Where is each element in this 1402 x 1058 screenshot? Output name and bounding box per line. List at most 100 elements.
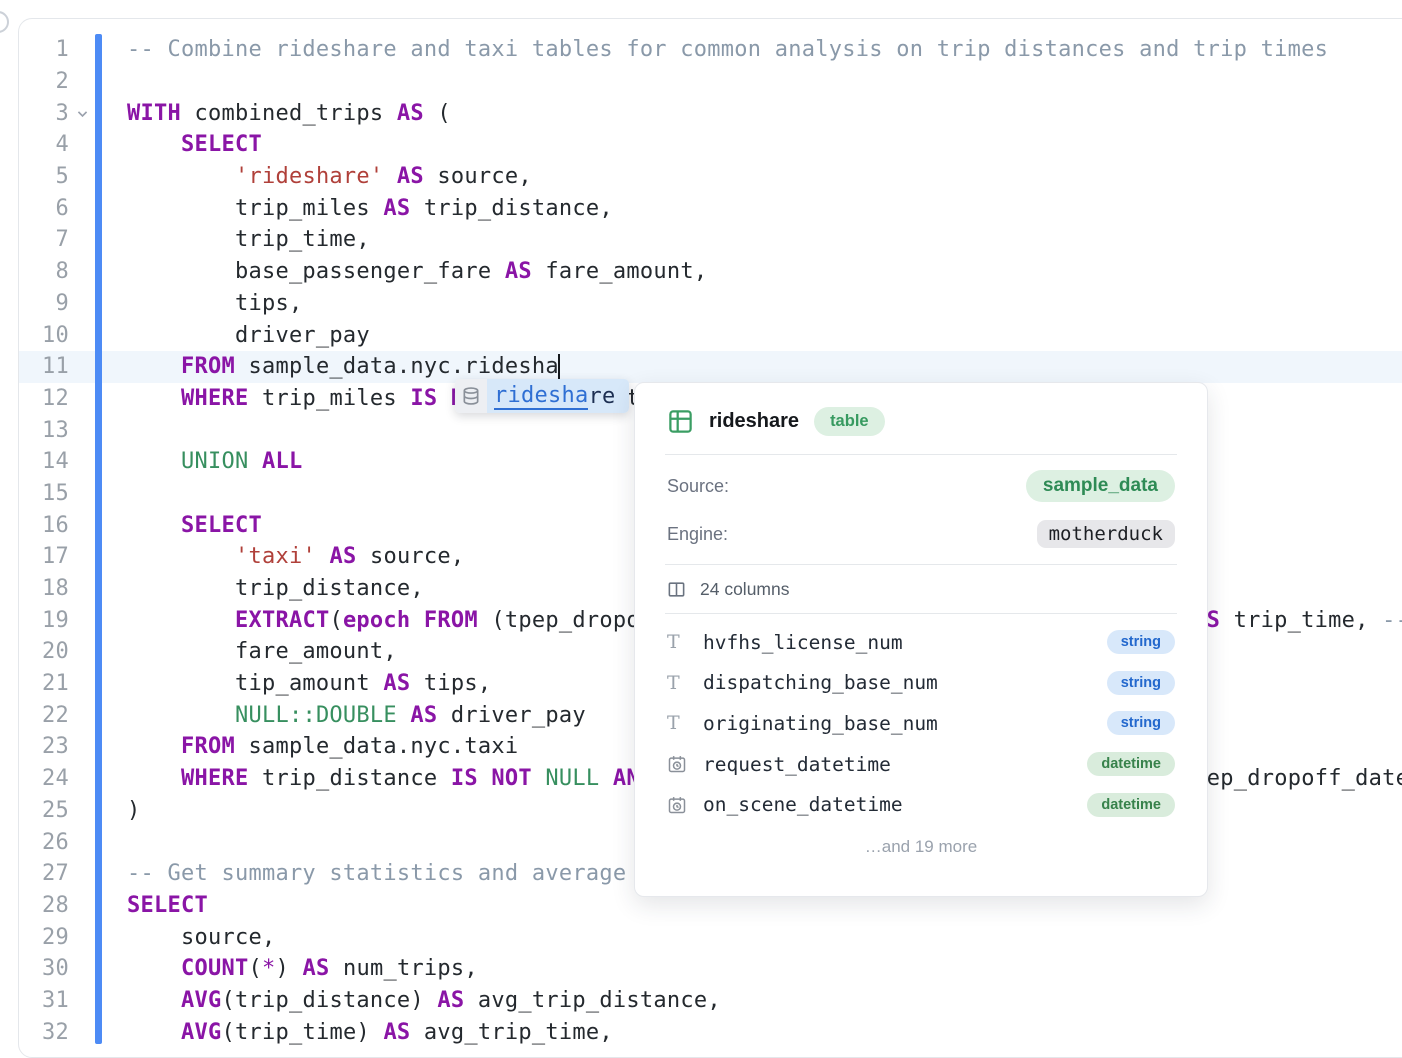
autocomplete-rest-text: re — [588, 384, 615, 409]
line-number: 21 — [19, 671, 69, 696]
code-text: FROM sample_data.nyc.taxi — [95, 734, 518, 759]
column-name: request_datetime — [703, 753, 1087, 776]
line-number: 32 — [19, 1020, 69, 1045]
text-cursor — [558, 354, 560, 380]
code-line[interactable]: 6 trip_miles AS trip_distance, — [19, 192, 1402, 224]
code-text: tips, — [95, 291, 302, 316]
line-number: 6 — [19, 196, 69, 221]
column-row: Tdispatching_base_numstring — [667, 663, 1175, 704]
column-type-badge: string — [1107, 630, 1175, 654]
column-type-badge: datetime — [1087, 793, 1175, 817]
code-text: -- Combine rideshare and taxi tables for… — [95, 37, 1328, 62]
code-text: SELECT — [95, 132, 262, 157]
code-line[interactable]: 30 COUNT(*) AS num_trips, — [19, 953, 1402, 985]
divider — [665, 613, 1177, 614]
column-type-badge: string — [1107, 671, 1175, 695]
line-number: 11 — [19, 354, 69, 379]
line-number: 3 — [19, 101, 69, 126]
code-line[interactable]: 29 source, — [19, 921, 1402, 953]
column-name: originating_base_num — [703, 712, 1107, 735]
info-row-source: Source: sample_data — [667, 469, 1175, 503]
line-number: 16 — [19, 513, 69, 538]
code-line[interactable]: 7 trip_time, — [19, 224, 1402, 256]
code-text: trip_time, — [95, 227, 370, 252]
code-text: base_passenger_fare AS fare_amount, — [95, 259, 707, 284]
line-number: 22 — [19, 703, 69, 728]
code-line[interactable]: 9 tips, — [19, 288, 1402, 320]
database-icon — [455, 379, 487, 413]
code-text: 'rideshare' AS source, — [95, 164, 532, 189]
line-number: 30 — [19, 956, 69, 981]
datetime-type-icon — [667, 754, 689, 774]
code-line[interactable]: 2 — [19, 66, 1402, 98]
column-row: Toriginating_base_numstring — [667, 703, 1175, 744]
code-text: SELECT — [95, 893, 208, 918]
line-number: 2 — [19, 69, 69, 94]
code-text: UNION ALL — [95, 449, 302, 474]
more-columns-note: …and 19 more — [667, 837, 1175, 857]
table-type-badge: table — [814, 407, 885, 436]
line-number: 23 — [19, 734, 69, 759]
code-line[interactable]: 4 SELECT — [19, 129, 1402, 161]
line-number: 14 — [19, 449, 69, 474]
autocomplete-item-rideshare[interactable]: rideshare — [487, 379, 629, 413]
info-row-engine: Engine: motherduck — [667, 517, 1175, 551]
datetime-type-icon — [667, 795, 689, 815]
autocomplete-matched-text: ridesha — [494, 383, 588, 410]
code-text: driver_pay — [95, 323, 370, 348]
column-name: on_scene_datetime — [703, 793, 1087, 816]
column-type-badge: datetime — [1087, 752, 1175, 776]
code-text: NULL::DOUBLE AS driver_pay — [95, 703, 586, 728]
code-text: fare_amount, — [95, 639, 397, 664]
source-label: Source: — [667, 476, 729, 497]
column-name: dispatching_base_num — [703, 671, 1107, 694]
line-number: 26 — [19, 830, 69, 855]
line-number: 25 — [19, 798, 69, 823]
code-line[interactable]: 3 WITH combined_trips AS ( — [19, 97, 1402, 129]
line-number: 10 — [19, 323, 69, 348]
line-number: 12 — [19, 386, 69, 411]
source-value-pill: sample_data — [1026, 470, 1175, 502]
fold-chevron-icon[interactable] — [69, 107, 95, 120]
engine-value-pill: motherduck — [1037, 520, 1175, 548]
code-text: tip_amount AS tips, — [95, 671, 491, 696]
table-info-header: rideshare table — [667, 403, 1175, 439]
code-line[interactable]: 31 AVG(trip_distance) AS avg_trip_distan… — [19, 985, 1402, 1017]
code-text: AVG(trip_distance) AS avg_trip_distance, — [95, 988, 721, 1013]
code-text: AVG(trip_time) AS avg_trip_time, — [95, 1020, 613, 1045]
line-number: 24 — [19, 766, 69, 791]
divider — [665, 454, 1177, 455]
column-row: on_scene_datetimedatetime — [667, 784, 1175, 825]
autocomplete-popup: rideshare — [455, 379, 629, 413]
code-line[interactable]: 10 driver_pay — [19, 319, 1402, 351]
code-text: SELECT — [95, 513, 262, 538]
git-change-bar — [95, 34, 102, 1044]
column-row: request_datetimedatetime — [667, 744, 1175, 785]
code-line[interactable]: 1 -- Combine rideshare and taxi tables fo… — [19, 34, 1402, 66]
table-name: rideshare — [709, 410, 799, 433]
line-number: 9 — [19, 291, 69, 316]
code-line[interactable]: 5 'rideshare' AS source, — [19, 161, 1402, 193]
line-number: 20 — [19, 639, 69, 664]
code-text: WITH combined_trips AS ( — [95, 101, 451, 126]
columns-list: Thvfhs_license_numstringTdispatching_bas… — [667, 622, 1175, 825]
line-number: 1 — [19, 37, 69, 62]
code-text: FROM sample_data.nyc.ridesha — [95, 354, 560, 380]
engine-label: Engine: — [667, 524, 728, 545]
columns-count-text: 24 columns — [700, 579, 790, 600]
code-line[interactable]: 11 FROM sample_data.nyc.ridesha — [19, 351, 1402, 383]
columns-icon — [667, 580, 686, 599]
code-text: COUNT(*) AS num_trips, — [95, 956, 478, 981]
code-line[interactable]: 8 base_passenger_fare AS fare_amount, — [19, 256, 1402, 288]
code-text: source, — [95, 925, 275, 950]
code-text: trip_miles AS trip_distance, — [95, 196, 613, 221]
table-icon — [667, 408, 694, 435]
line-number: 31 — [19, 988, 69, 1013]
edge-circle-button[interactable] — [0, 11, 9, 33]
line-number: 7 — [19, 227, 69, 252]
line-number: 8 — [19, 259, 69, 284]
page-root: { "colors": { "keyword": "#8a15a6", "str… — [0, 0, 1402, 1024]
code-line[interactable]: 32 AVG(trip_time) AS avg_trip_time, — [19, 1016, 1402, 1048]
line-number: 18 — [19, 576, 69, 601]
line-number: 4 — [19, 132, 69, 157]
